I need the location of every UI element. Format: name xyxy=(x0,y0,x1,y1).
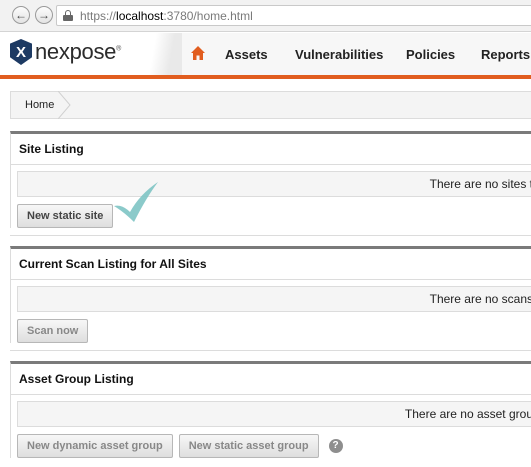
help-icon[interactable]: ? xyxy=(328,439,343,453)
nav-policies[interactable]: Policies xyxy=(406,47,455,62)
scan-now-button[interactable]: Scan now xyxy=(17,319,89,343)
forward-arrow-icon[interactable]: → xyxy=(35,6,53,24)
main-nav: Assets Vulnerabilities Policies Reports xyxy=(182,33,531,75)
scan-listing-title: Current Scan Listing for All Sites xyxy=(11,249,531,280)
address-bar[interactable]: https://localhost:3780/home.html xyxy=(56,5,531,26)
asset-group-listing-title: Asset Group Listing xyxy=(11,364,531,395)
lock-icon xyxy=(63,10,73,21)
back-arrow-icon[interactable]: ← xyxy=(12,6,30,24)
browser-toolbar: ← → https://localhost:3780/home.html xyxy=(0,0,531,32)
nexpose-logo-text: nexpose® xyxy=(35,39,121,64)
url-host: localhost xyxy=(116,8,164,23)
url-scheme: https:// xyxy=(80,8,117,23)
nexpose-logo-mark: X xyxy=(10,39,32,65)
nav-vulnerabilities[interactable]: Vulnerabilities xyxy=(295,47,383,62)
breadcrumb-separator-icon xyxy=(58,91,71,119)
asset-group-listing-body: There are no asset grou New dynamic asse… xyxy=(11,395,531,458)
scan-listing-empty-message: There are no scans xyxy=(17,286,531,312)
app-header: X nexpose® Assets Vulnerabilities Polici… xyxy=(0,33,531,75)
site-listing-panel: Site Listing There are no sites t New st… xyxy=(10,131,531,228)
new-dynamic-asset-group-button[interactable]: New dynamic asset group xyxy=(17,434,173,458)
breadcrumb: Home xyxy=(10,91,531,119)
asset-group-listing-panel: Asset Group Listing There are no asset g… xyxy=(10,361,531,458)
site-listing-empty-message: There are no sites t xyxy=(17,171,531,197)
new-static-site-button[interactable]: New static site xyxy=(17,204,114,228)
nav-assets[interactable]: Assets xyxy=(225,47,268,62)
scan-listing-body: There are no scans Scan now xyxy=(11,280,531,343)
header-divider xyxy=(142,33,182,75)
asset-group-listing-empty-message: There are no asset grou xyxy=(17,401,531,427)
nav-reports[interactable]: Reports xyxy=(481,47,530,62)
nexpose-logo[interactable]: X nexpose® xyxy=(10,39,121,65)
site-listing-body: There are no sites t New static site xyxy=(11,165,531,228)
site-listing-divider xyxy=(10,235,531,236)
home-icon[interactable] xyxy=(190,45,206,61)
checkmark-annotation-icon xyxy=(114,182,158,222)
site-listing-title: Site Listing xyxy=(11,134,531,165)
header-accent-bar xyxy=(0,75,531,79)
scan-listing-divider xyxy=(10,350,531,351)
new-static-asset-group-button[interactable]: New static asset group xyxy=(178,434,319,458)
scan-listing-panel: Current Scan Listing for All Sites There… xyxy=(10,246,531,343)
url-path: :3780/home.html xyxy=(163,8,253,23)
